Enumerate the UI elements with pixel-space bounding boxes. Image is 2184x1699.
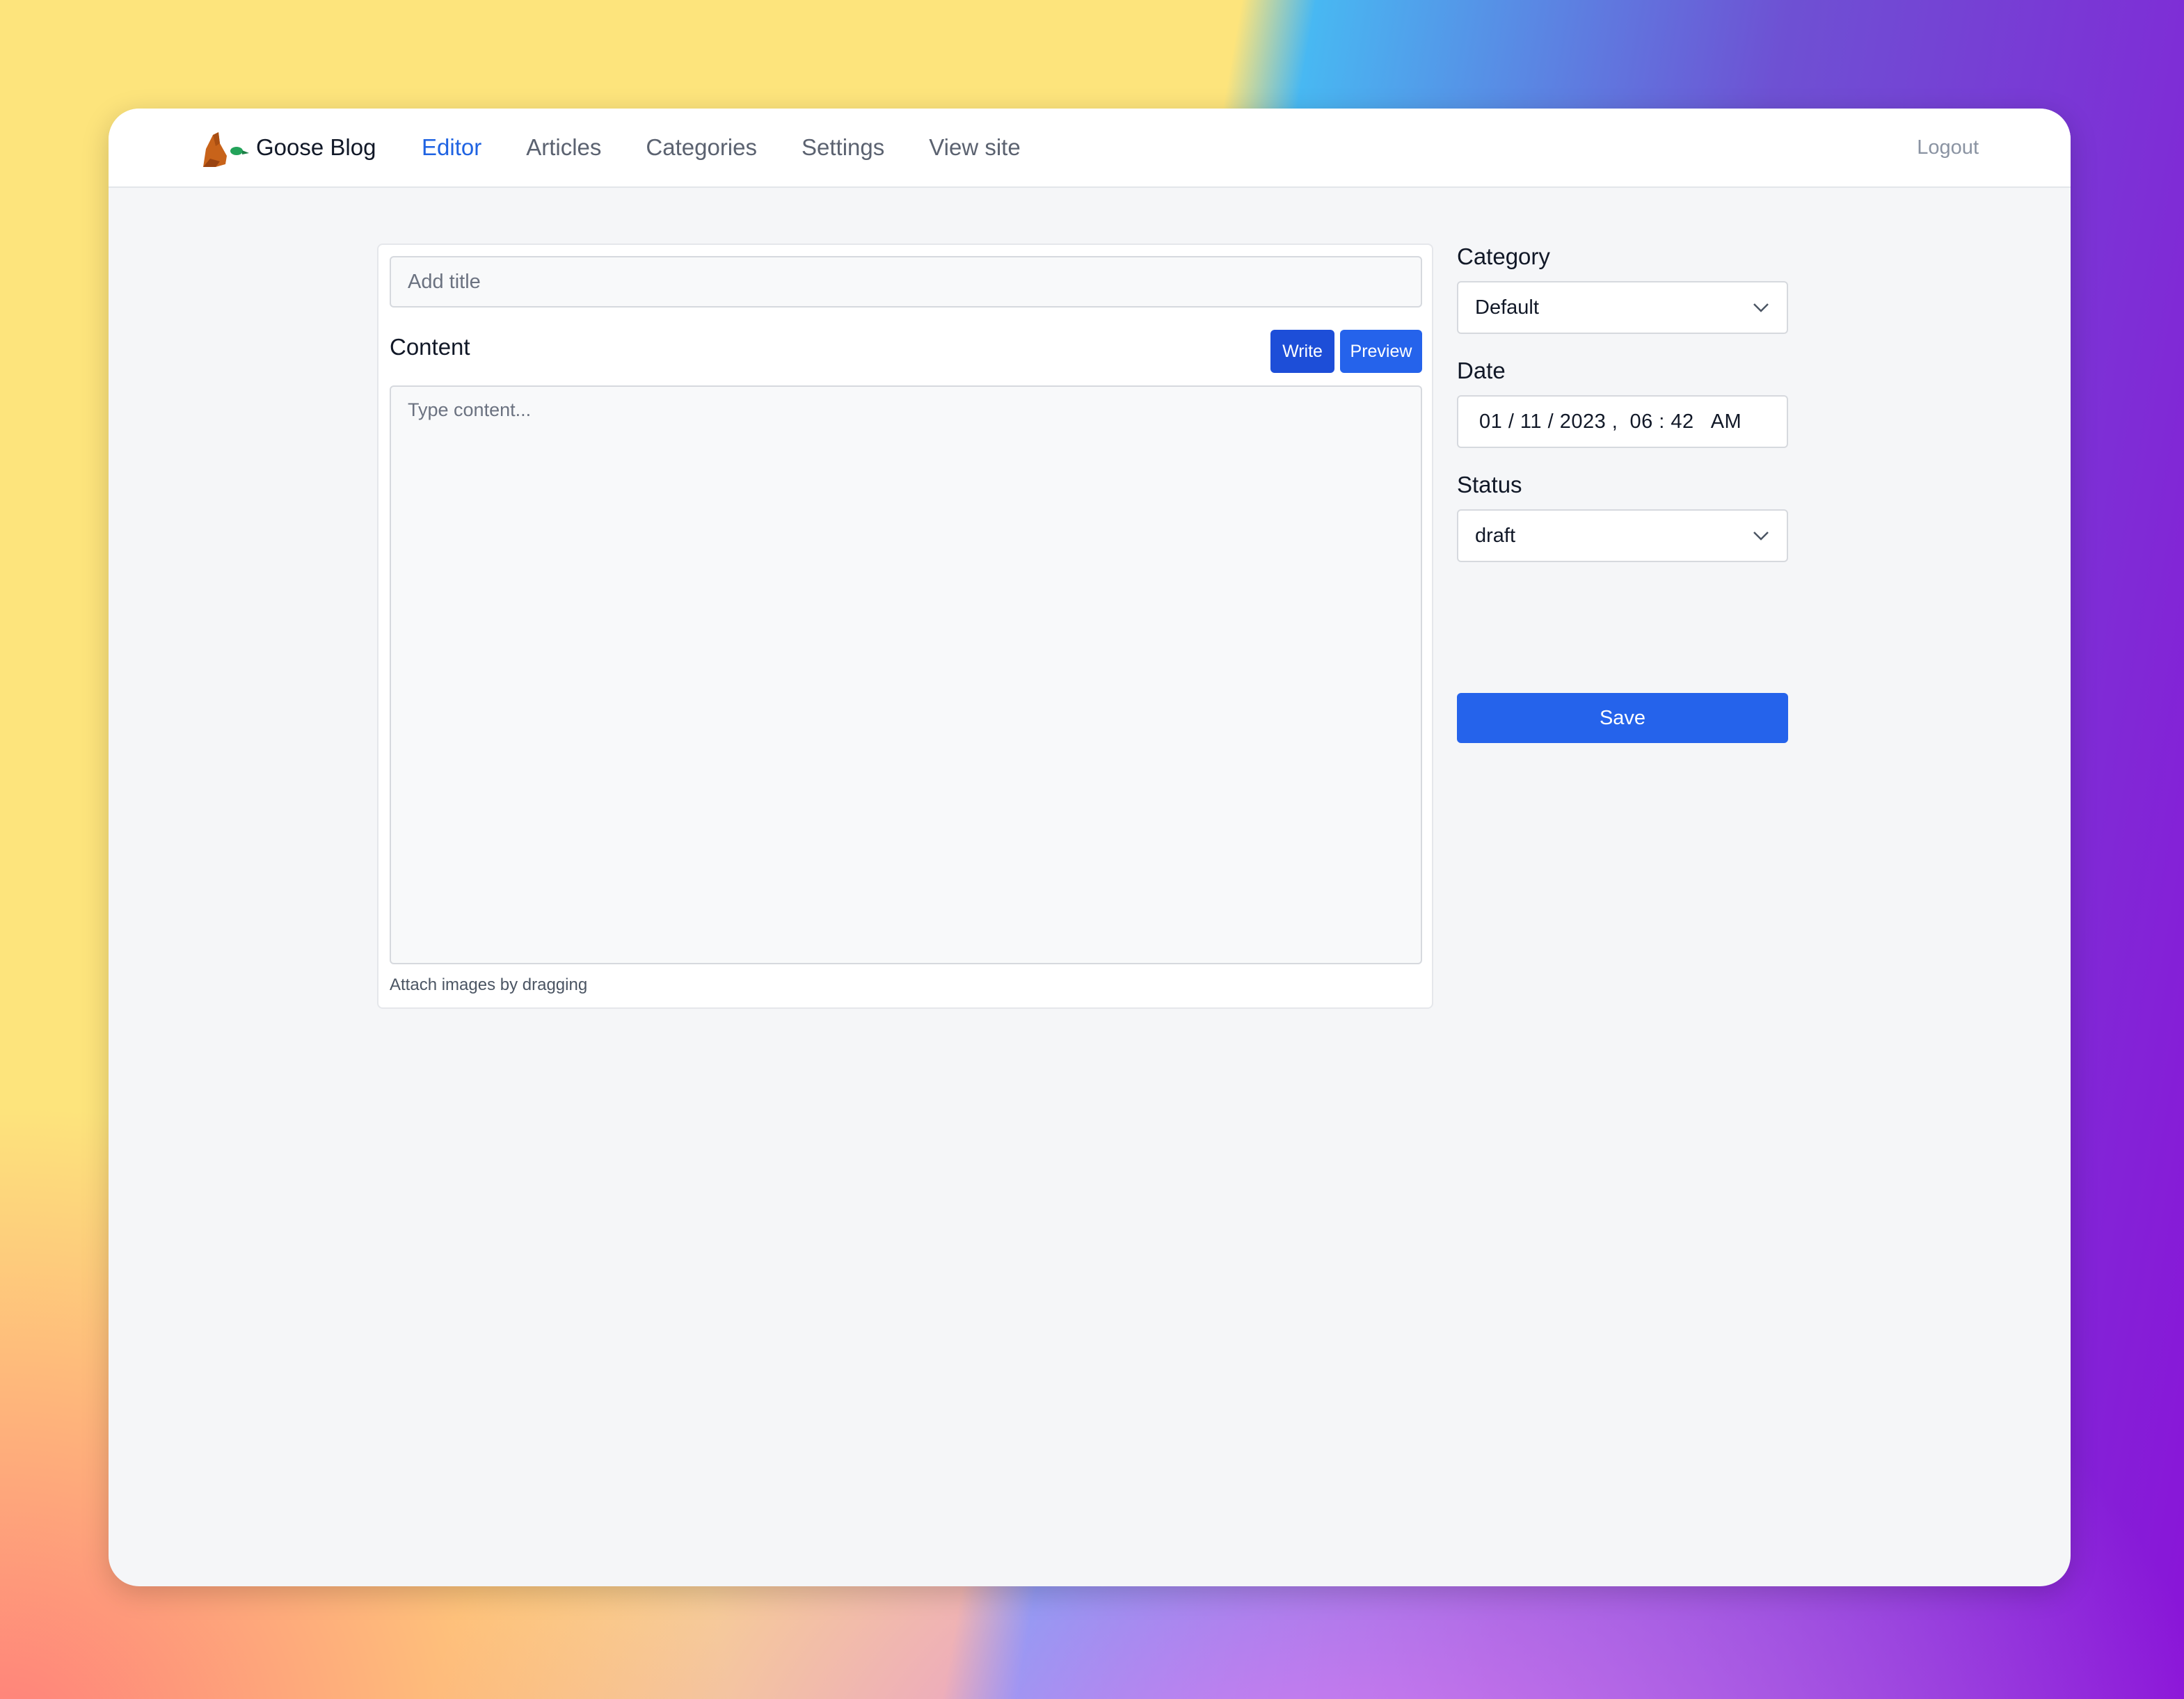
category-select[interactable]: Default	[1457, 281, 1788, 334]
top-navigation-bar: Goose Blog Editor Articles Categories Se…	[109, 109, 2071, 188]
chevron-down-icon	[1753, 532, 1769, 541]
date-time-input[interactable]: 01 / 11 / 2023 , 06 : 42 AM	[1457, 395, 1788, 448]
status-selected-value: draft	[1475, 524, 1516, 547]
nav-item-editor[interactable]: Editor	[422, 134, 481, 161]
preview-tab-button[interactable]: Preview	[1340, 330, 1422, 373]
category-selected-value: Default	[1475, 296, 1539, 319]
save-button[interactable]: Save	[1457, 693, 1788, 743]
brand[interactable]: Goose Blog	[199, 125, 376, 170]
category-label: Category	[1457, 244, 1550, 269]
nav-item-categories[interactable]: Categories	[646, 134, 757, 161]
chevron-down-icon	[1753, 303, 1769, 312]
status-select[interactable]: draft	[1457, 509, 1788, 562]
content-label: Content	[390, 334, 470, 360]
write-tab-button[interactable]: Write	[1270, 330, 1334, 373]
attach-images-hint: Attach images by dragging	[390, 975, 588, 994]
nav-item-settings[interactable]: Settings	[802, 134, 884, 161]
nav-item-articles[interactable]: Articles	[526, 134, 601, 161]
content-textarea[interactable]	[390, 385, 1422, 964]
date-time-value: 01 / 11 / 2023 , 06 : 42 AM	[1479, 410, 1742, 433]
nav-item-view-site[interactable]: View site	[929, 134, 1020, 161]
app-window: Goose Blog Editor Articles Categories Se…	[109, 109, 2071, 1586]
title-input[interactable]	[390, 256, 1422, 308]
status-label: Status	[1457, 472, 1522, 497]
brand-name: Goose Blog	[256, 134, 376, 160]
goose-logo-icon	[203, 132, 249, 167]
editor-card: Content Write Preview Attach images by d…	[377, 244, 1433, 1009]
main-nav: Editor Articles Categories Settings View…	[422, 125, 1065, 170]
logout-link[interactable]: Logout	[1917, 125, 1979, 170]
date-label: Date	[1457, 358, 1506, 383]
